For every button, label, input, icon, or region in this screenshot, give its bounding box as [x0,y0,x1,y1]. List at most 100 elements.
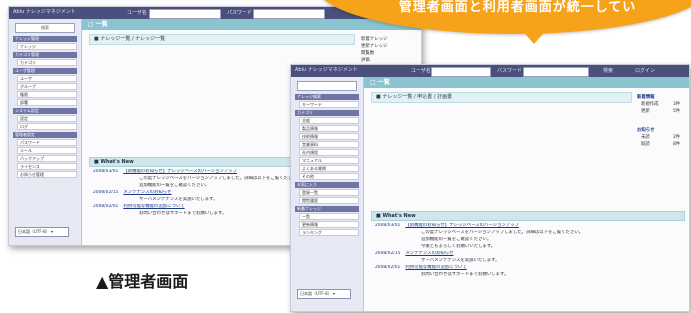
admin-sidebar-item[interactable]: ログ [17,123,77,130]
user-info-link[interactable]: 【新機能のお知らせ】ナレッジベースのバージョンアップ [405,223,519,228]
user-pass-input[interactable] [523,67,589,77]
user-user-input[interactable] [431,67,491,77]
user-info-line: サーバメンテナンスを実施いたします。 [375,258,675,264]
admin-sidebar-section[interactable]: ナレッジ管理 [13,36,77,42]
user-info-line: この度ナレッジベースをバージョンアップしました。詳細は以下をご覧ください。 [375,230,675,236]
user-sidebar: ナレッジ検索 キーワードカテゴリ 全般 製品情報 技術情報 営業資料 社内規程 マニュアル よく… [291,77,364,311]
user-info-line[interactable]: 2008/02/15 メンテナンスのお知らせ [375,251,675,257]
user-sidebar-item[interactable]: ランキング [299,229,359,236]
admin-sidebar-item[interactable]: カテゴリ [17,59,77,66]
user-sidebar-item[interactable]: 閲覧履歴 [299,197,359,204]
user-info-link[interactable]: 利用可能な機能の追加について [405,265,466,270]
user-info-link[interactable]: メンテナンスのお知らせ [405,251,453,256]
user-right-panel-label[interactable]: 更新 [641,109,650,115]
admin-sidebar-item[interactable]: グループ [17,83,77,90]
admin-pane-title: □ 一覧 [82,19,421,30]
user-info-title: ■ What's New [371,211,685,221]
user-search-box[interactable] [297,81,357,91]
user-app-label: Ablu ナレッジマネジメント [295,67,358,73]
user-right-panel-heading: 新着情報 [637,95,655,100]
admin-sidebar-section[interactable]: システム設定 [13,108,77,114]
user-sidebar-item[interactable]: 技術情報 [299,133,359,140]
admin-sidebar-item[interactable]: ナレッジ [17,43,77,50]
user-sidebar-item[interactable]: よくある質問 [299,165,359,172]
user-info-line[interactable]: 2008/03/01 【新機能のお知らせ】ナレッジベースのバージョンアップ [375,223,675,229]
user-info-text: お問い合わせはサポートまでお願いします。 [421,272,509,277]
user-sidebar-item[interactable]: マニュアル [299,157,359,164]
user-sidebar-item[interactable]: 登録一覧 [299,189,359,196]
user-sidebar-item[interactable]: 一覧 [299,213,359,220]
user-right-panel-label[interactable]: 未読 [641,135,650,141]
admin-breadcrumb: ■ ナレッジ一覧 / ナレッジ一覧 [89,34,355,45]
admin-language-select[interactable]: 日本語（UTF-8） ▾ [15,227,69,237]
admin-right-panel-item[interactable]: 新着ナレッジ [361,37,387,43]
user-topbar-label-user: ユーザ名 [411,68,431,74]
user-topbar-label-pass: パスワード [497,68,523,74]
admin-sidebar-item[interactable]: 権限 [17,91,77,98]
admin-pass-input[interactable] [253,9,325,19]
callout-text: 管理者画面と利用者画面が統一してい [398,0,637,15]
user-sidebar-item[interactable]: 製品情報 [299,125,359,132]
admin-sidebar-item[interactable]: メール [17,147,77,154]
admin-info-date: 2008/03/01 [93,169,119,174]
user-right-panel-label[interactable]: 新規作成 [641,102,659,108]
admin-right-panel-item[interactable]: 閲覧数 [361,51,374,57]
user-right-panel-count: 5件 [673,109,681,114]
admin-info-text: お問い合わせはサポートまでお願いします。 [139,211,227,216]
admin-sidebar-section[interactable]: カテゴリ管理 [13,52,77,58]
user-login-button[interactable]: ログイン [635,67,655,74]
admin-sidebar-section[interactable]: ユーザ管理 [13,68,77,74]
user-pane-title: □ 一覧 [364,77,689,88]
admin-info-text: 追加機能の一覧をご確認ください。 [139,183,210,188]
user-info-text: 追加機能の一覧をご確認ください。 [421,237,492,242]
user-search-button[interactable]: 検索 [603,67,613,74]
admin-sidebar-item[interactable]: ライセンス [17,163,77,170]
user-right-panel-count: 2件 [673,135,681,140]
admin-topbar-label-pass: パスワード [227,10,253,16]
user-right-panel-label[interactable]: 既読 [641,142,650,148]
user-info-text: この度ナレッジベースをバージョンアップしました。詳細は以下をご覧ください。 [421,230,584,235]
admin-sidebar: 検索 ナレッジ管理 ナレッジカテゴリ管理 カテゴリユーザ管理 ユーザ グループ 権限 部署シ… [9,19,82,245]
caption-admin-screen: ▲管理者画面 [96,272,189,291]
user-info-line[interactable]: 2008/02/01 利用可能な機能の追加について [375,265,675,271]
user-info-text: サーバメンテナンスを実施いたします。 [421,258,500,263]
user-sidebar-section[interactable]: ナレッジ検索 [295,94,359,100]
admin-right-panel-item[interactable]: 更新ナレッジ [361,44,387,50]
user-topbar: Ablu ナレッジマネジメント ユーザ名 パスワード 検索 ログイン [291,65,689,77]
admin-sidebar-item[interactable]: パスワード [17,139,77,146]
admin-info-date: 2008/02/15 [93,190,119,195]
admin-user-input[interactable] [149,9,221,19]
user-info-line: お問い合わせはサポートまでお願いします。 [375,272,675,278]
admin-sidebar-item[interactable]: バックアップ [17,155,77,162]
admin-sidebar-section[interactable]: 管理者設定 [13,132,77,138]
user-info-line: 今後ともよろしくお願いいたします。 [375,244,675,250]
user-info-line: 追加機能の一覧をご確認ください。 [375,237,675,243]
user-sidebar-item[interactable]: 更新情報 [299,221,359,228]
user-sidebar-item[interactable]: 全般 [299,117,359,124]
admin-sidebar-item[interactable]: ユーザ [17,75,77,82]
admin-search-box[interactable]: 検索 [15,23,75,33]
user-sidebar-item[interactable]: その他 [299,173,359,180]
user-right-panel-count: 3件 [673,102,681,107]
user-info-date: 2008/02/15 [375,251,401,256]
callout-tail [520,28,548,44]
user-right-panel-count: 8件 [673,142,681,147]
admin-info-link[interactable]: 【新機能のお知らせ】ナレッジベースのバージョンアップ [123,169,237,174]
user-sidebar-item[interactable]: キーワード [299,101,359,108]
user-sidebar-item[interactable]: 営業資料 [299,141,359,148]
user-sidebar-section[interactable]: カテゴリ [295,110,359,116]
admin-sidebar-item[interactable]: 設定 [17,115,77,122]
user-right-panel-heading: お知らせ [637,128,655,133]
user-sidebar-item[interactable]: 社内規程 [299,149,359,156]
user-info-date: 2008/03/01 [375,223,401,228]
admin-info-date: 2008/02/01 [93,204,119,209]
admin-info-link[interactable]: メンテナンスのお知らせ [123,190,171,195]
user-window: Ablu ナレッジマネジメント ユーザ名 パスワード 検索 ログイン ナレッジ検… [290,64,690,312]
user-sidebar-section[interactable]: 新着ナレッジ [295,206,359,212]
admin-info-link[interactable]: 利用可能な機能の追加について [123,204,184,209]
user-sidebar-section[interactable]: お気に入り [295,182,359,188]
admin-sidebar-item[interactable]: 部署 [17,99,77,106]
admin-sidebar-item[interactable]: お知らせ管理 [17,171,77,178]
admin-topbar-label-user: ユーザ名 [127,10,147,16]
user-language-select[interactable]: 日本語（UTF-8） ▾ [297,289,351,299]
